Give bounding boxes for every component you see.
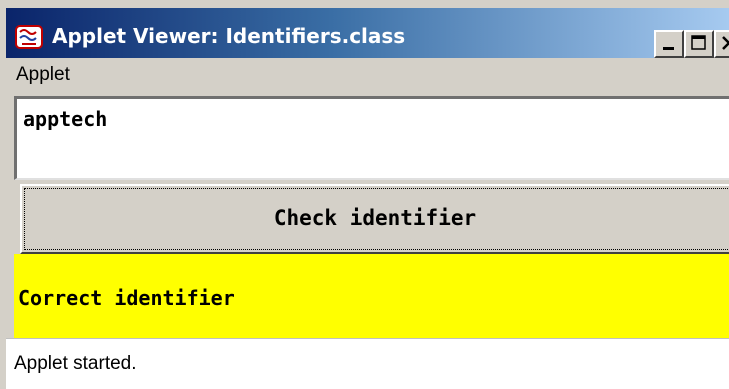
applet-panel: apptech Check identifier Correct identif… <box>12 92 729 338</box>
minimize-button[interactable] <box>654 30 684 58</box>
check-identifier-button[interactable]: Check identifier <box>20 184 729 254</box>
status-text: Applet started. <box>14 353 137 374</box>
applet-viewer-window: Applet Viewer: Identifiers.class Applet … <box>0 0 729 389</box>
window-title: Applet Viewer: Identifiers.class <box>52 24 406 48</box>
close-button[interactable] <box>714 30 729 58</box>
status-bar: Applet started. <box>6 338 729 389</box>
title-bar[interactable]: Applet Viewer: Identifiers.class <box>6 8 729 58</box>
result-label: Correct identifier <box>14 254 729 338</box>
maximize-button[interactable] <box>684 30 714 58</box>
menu-bar: Applet <box>6 58 729 92</box>
java-applet-icon[interactable] <box>14 22 46 52</box>
identifier-input[interactable]: apptech <box>14 96 729 180</box>
menu-applet[interactable]: Applet <box>16 64 70 86</box>
